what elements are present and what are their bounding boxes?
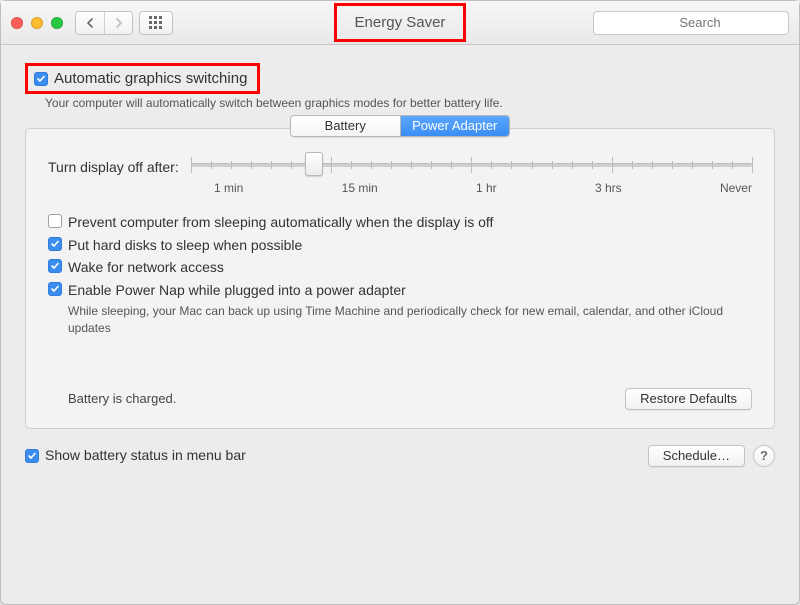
slider-tick: [191, 157, 192, 173]
slider-tick: [451, 161, 452, 169]
slider-tick: [251, 161, 252, 169]
option-label-0: Prevent computer from sleeping automatic…: [68, 213, 493, 233]
slider-tick: [471, 157, 472, 173]
slider-tick: [552, 161, 553, 169]
search-input[interactable]: [593, 11, 789, 35]
chevron-left-icon: [86, 18, 95, 28]
slider-tick: [391, 161, 392, 169]
display-sleep-label: Turn display off after:: [48, 159, 179, 175]
slider-tick-labels: 1 min 15 min 1 hr 3 hrs Never: [48, 181, 752, 195]
option-checkbox-0[interactable]: [48, 214, 62, 228]
restore-defaults-button[interactable]: Restore Defaults: [625, 388, 752, 410]
nav-back-forward: [75, 11, 133, 35]
panel-footer: Battery is charged. Restore Defaults: [48, 388, 752, 410]
slider-tick: [612, 157, 613, 173]
slider-tick: [672, 161, 673, 169]
option-checkbox-2[interactable]: [48, 259, 62, 273]
slider-tick: [732, 161, 733, 169]
energy-saver-window: Energy Saver Automatic graphics switchin…: [0, 0, 800, 605]
grid-icon: [149, 16, 163, 30]
slider-tick: [431, 161, 432, 169]
slider-tick: [692, 161, 693, 169]
slider-tick-label: 3 hrs: [595, 181, 622, 195]
option-row: Enable Power Nap while plugged into a po…: [48, 281, 752, 301]
content: Automatic graphics switching Your comput…: [1, 45, 799, 429]
slider-tick: [231, 161, 232, 169]
show-battery-status-label: Show battery status in menu bar: [45, 446, 246, 466]
slider-tick: [411, 161, 412, 169]
slider-tick: [511, 161, 512, 169]
schedule-button[interactable]: Schedule…: [648, 445, 745, 467]
slider-tick-label: 1 min: [214, 181, 243, 195]
slider-tick: [712, 161, 713, 169]
auto-graphics-checkbox[interactable]: [34, 72, 48, 86]
slider-tick: [351, 161, 352, 169]
slider-thumb[interactable]: [305, 152, 323, 176]
option-label-1: Put hard disks to sleep when possible: [68, 236, 302, 256]
help-button[interactable]: ?: [753, 445, 775, 467]
slider-tick: [592, 161, 593, 169]
slider-tick: [371, 161, 372, 169]
option-label-2: Wake for network access: [68, 258, 224, 278]
tabs: Battery Power Adapter: [290, 115, 510, 137]
tab-power-adapter[interactable]: Power Adapter: [400, 116, 510, 136]
slider-tick: [331, 157, 332, 173]
titlebar: Energy Saver: [1, 1, 799, 45]
window-title: Energy Saver: [334, 3, 467, 42]
forward-button[interactable]: [104, 12, 132, 34]
option-row: Prevent computer from sleeping automatic…: [48, 213, 752, 233]
option-row: Wake for network access: [48, 258, 752, 278]
back-button[interactable]: [76, 12, 104, 34]
slider-tick: [652, 161, 653, 169]
auto-graphics-label: Automatic graphics switching: [54, 70, 247, 87]
tab-battery[interactable]: Battery: [291, 116, 400, 136]
bottom-row: Show battery status in menu bar Schedule…: [1, 429, 799, 469]
slider-tick-label: 1 hr: [476, 181, 497, 195]
slider-tick-label: Never: [720, 181, 752, 195]
slider-tick: [532, 161, 533, 169]
power-panel: Battery Power Adapter Turn display off a…: [25, 128, 775, 429]
zoom-window-button[interactable]: [51, 17, 63, 29]
slider-tick: [572, 161, 573, 169]
slider-tick: [211, 161, 212, 169]
display-sleep-slider[interactable]: [191, 153, 752, 181]
minimize-window-button[interactable]: [31, 17, 43, 29]
search-wrap: [593, 11, 789, 35]
option-label-3: Enable Power Nap while plugged into a po…: [68, 281, 406, 301]
slider-tick: [752, 157, 753, 173]
auto-graphics-description: Your computer will automatically switch …: [45, 96, 775, 110]
slider-tick: [491, 161, 492, 169]
display-sleep-slider-area: Turn display off after: 1 min 15 min 1 hr 3…: [48, 153, 752, 195]
slider-tick-label: 15 min: [342, 181, 378, 195]
slider-tick: [291, 161, 292, 169]
slider-tick: [632, 161, 633, 169]
option-checkbox-1[interactable]: [48, 237, 62, 251]
show-all-button[interactable]: [139, 11, 173, 35]
slider-tick: [271, 161, 272, 169]
option-hint-3: While sleeping, your Mac can back up usi…: [68, 303, 752, 335]
option-checkbox-3[interactable]: [48, 282, 62, 296]
show-battery-status-checkbox[interactable]: [25, 449, 39, 463]
close-window-button[interactable]: [11, 17, 23, 29]
options-list: Prevent computer from sleeping automatic…: [48, 213, 752, 336]
auto-graphics-group: Automatic graphics switching: [25, 63, 260, 94]
chevron-right-icon: [114, 18, 123, 28]
traffic-lights: [11, 17, 63, 29]
option-row: Put hard disks to sleep when possible: [48, 236, 752, 256]
battery-status-text: Battery is charged.: [48, 391, 176, 406]
